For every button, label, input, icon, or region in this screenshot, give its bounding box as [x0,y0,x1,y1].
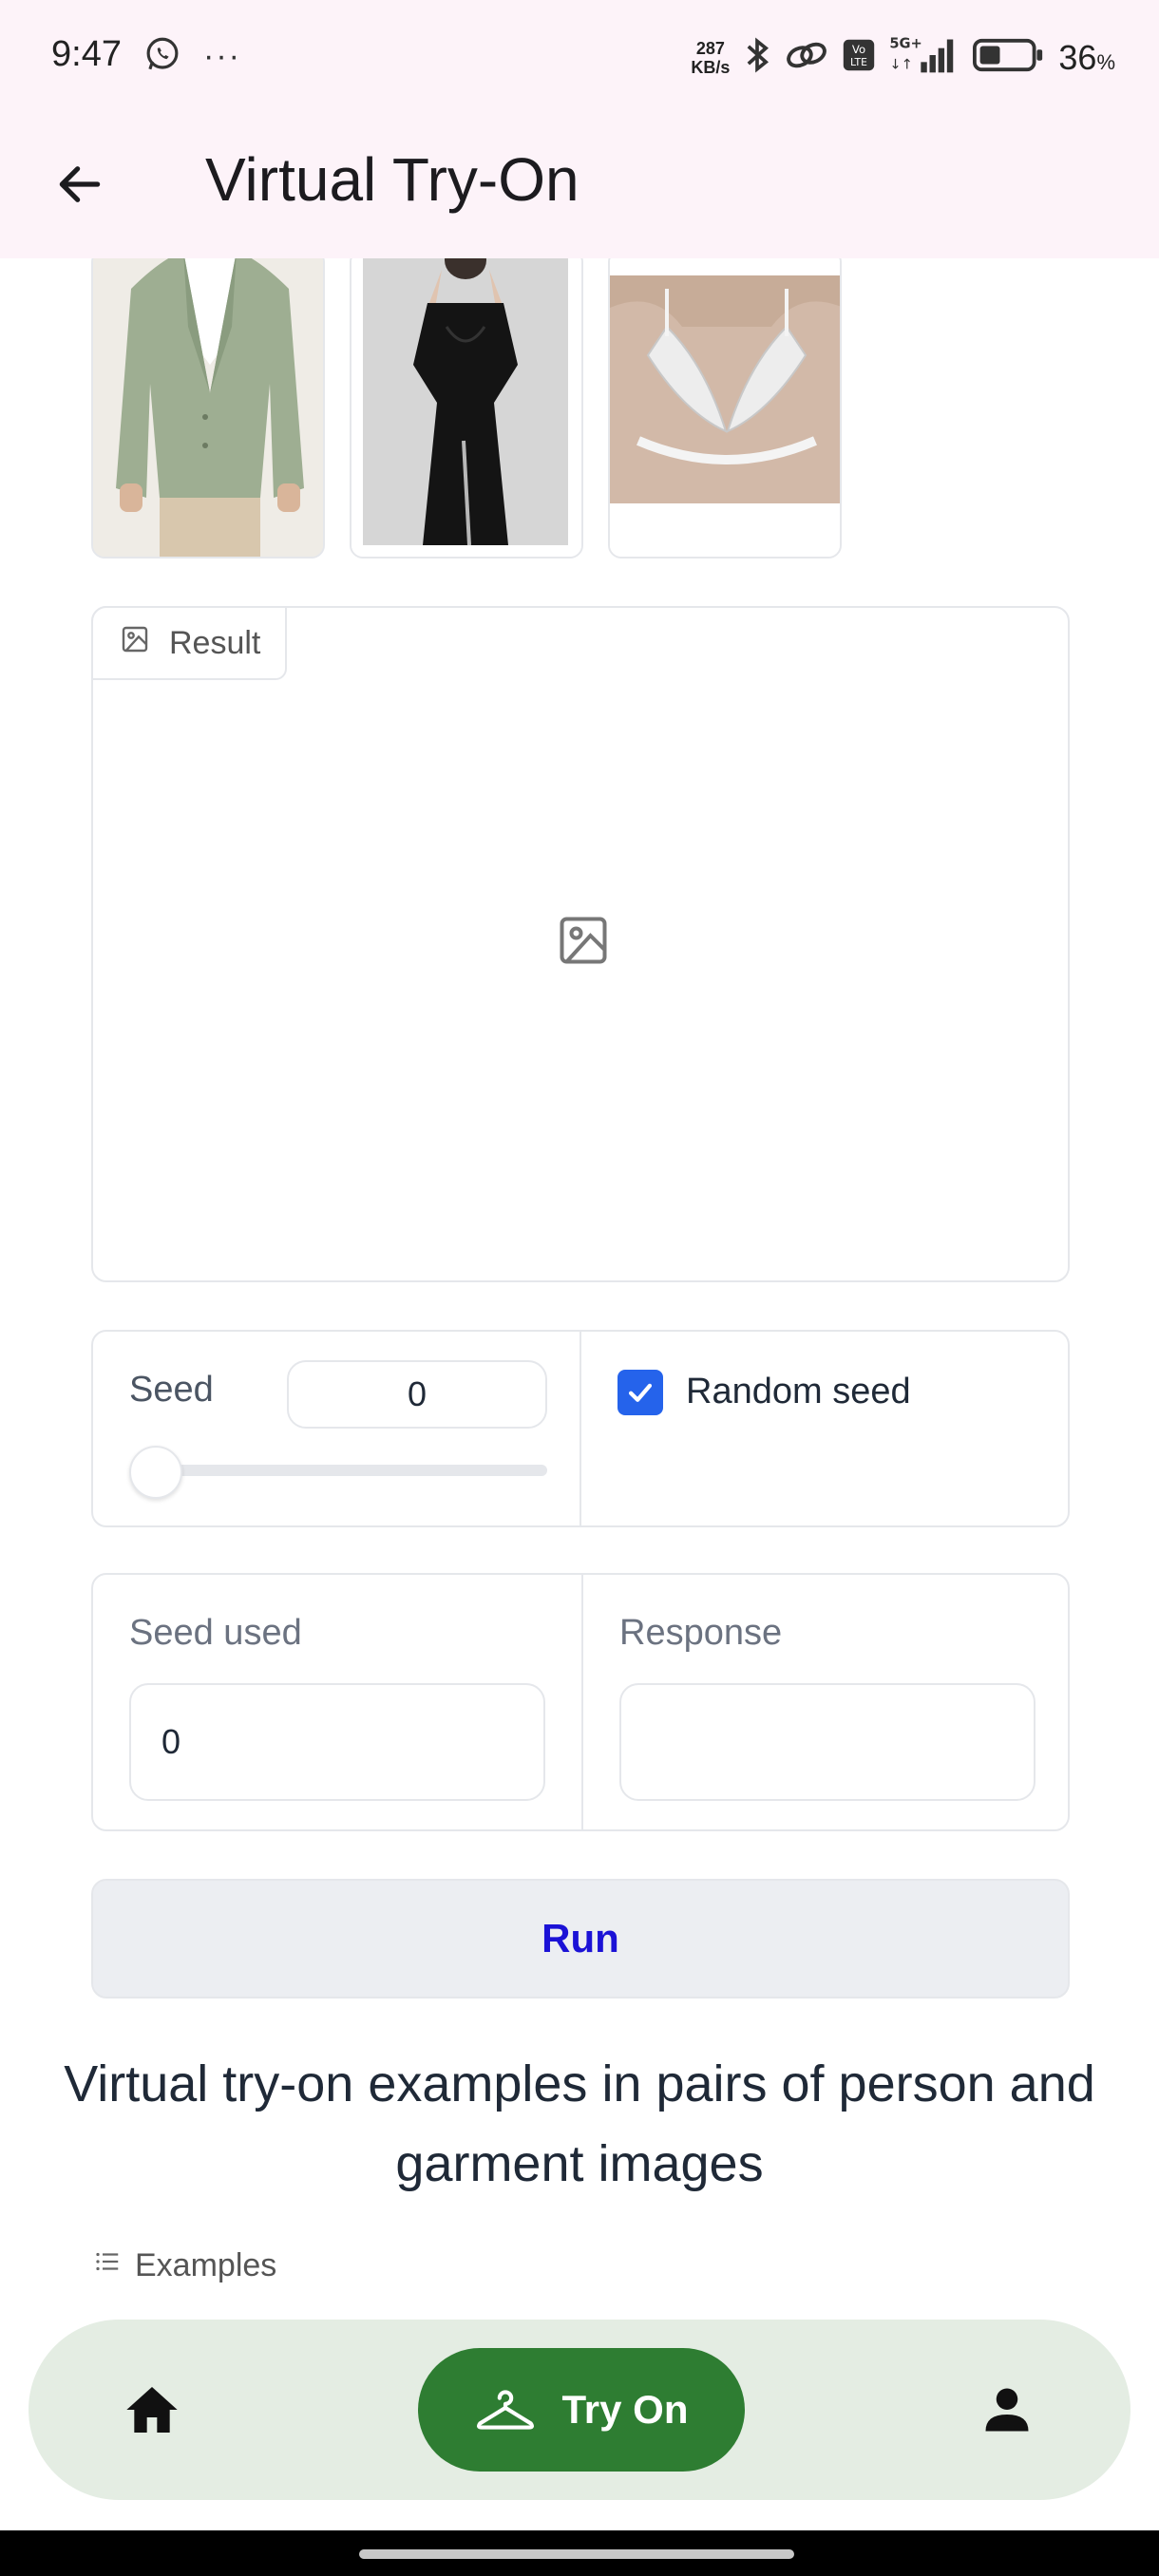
battery-percent-value: 36 [1058,37,1097,77]
signal-icon: 5G+ ↓↑ [889,34,960,81]
garment-gallery [91,258,842,559]
nav-try-on-label: Try On [561,2387,689,2432]
system-gesture-bar [0,2530,1159,2576]
seed-slider-thumb[interactable] [129,1446,182,1499]
status-bar: 9:47 ··· 287 KB/s Vo LTE 5G+ ↓↑ 36% [0,0,1159,114]
examples-label: Examples [135,2247,277,2283]
volte-icon: Vo LTE [842,38,876,77]
response-label: Response [619,1613,783,1653]
page-title: Virtual Try-On [205,145,580,214]
checkmark-icon [628,1383,653,1402]
nav-profile-button[interactable] [965,2368,1049,2452]
bra-image [610,258,840,557]
status-overflow: ··· [203,38,241,74]
bluetooth-icon [743,34,771,81]
link-icon [785,36,828,79]
person-icon [985,2388,1029,2432]
result-label-tab: Result [91,606,288,680]
app-bar: Virtual Try-On [0,114,1159,258]
status-left-icons: ··· [142,34,241,79]
seed-used-column: Seed used 0 [93,1575,581,1829]
status-right-icons: 287 KB/s Vo LTE 5G+ ↓↑ 36% [691,34,1115,81]
seed-slider-track[interactable] [146,1465,547,1476]
svg-text:5G+: 5G+ [890,36,923,52]
net-speed-unit: KB/s [691,57,731,77]
result-label: Result [169,624,261,661]
response-column: Response [581,1575,1068,1829]
seed-label: Seed [129,1370,214,1410]
examples-section-label: Examples [93,2247,276,2284]
seed-used-label: Seed used [129,1613,302,1653]
back-button[interactable] [44,150,116,222]
svg-text:↓↑: ↓↑ [890,57,914,73]
run-button[interactable]: Run [91,1879,1070,1998]
content-area: Result Seed 0 Random seed Seed used 0 Re… [0,258,1159,2320]
blazer-image [93,258,323,557]
nav-try-on-button[interactable]: Try On [418,2348,745,2472]
battery-percent: 36% [1058,38,1115,78]
image-icon [120,624,150,663]
response-field[interactable] [619,1683,1036,1801]
output-panel: Seed used 0 Response [91,1573,1070,1831]
garment-thumbnail-blazer[interactable] [91,258,325,559]
list-icon [93,2247,122,2284]
random-seed-checkbox[interactable] [618,1370,663,1415]
battery-percent-suffix: % [1096,49,1115,74]
seed-used-field[interactable]: 0 [129,1683,545,1801]
battery-icon [973,36,1045,79]
bottom-navigation: Try On [28,2320,1130,2500]
svg-text:Vo: Vo [852,43,865,56]
garment-thumbnail-dress[interactable] [350,258,583,559]
examples-heading: Virtual try-on examples in pairs of pers… [64,2055,1095,2192]
whatsapp-icon [142,34,182,79]
net-speed: 287 KB/s [691,39,730,77]
nav-home-button[interactable] [110,2368,194,2452]
garment-thumbnail-bra[interactable] [608,258,842,559]
dress-image [352,258,581,557]
seed-control: Seed 0 [93,1332,581,1525]
seed-number-input[interactable]: 0 [287,1360,547,1429]
random-seed-control: Random seed [581,1332,1068,1525]
seed-panel: Seed 0 Random seed [91,1330,1070,1527]
svg-text:LTE: LTE [850,56,867,68]
image-placeholder-icon [555,912,612,974]
random-seed-label: Random seed [686,1372,911,1411]
status-time: 9:47 [51,34,122,74]
result-panel: Result [91,606,1070,1282]
gesture-handle[interactable] [359,2549,794,2559]
hanger-icon [477,2390,535,2430]
net-speed-value: 287 [695,38,725,58]
home-icon [126,2387,178,2433]
arrow-left-icon [53,158,106,216]
